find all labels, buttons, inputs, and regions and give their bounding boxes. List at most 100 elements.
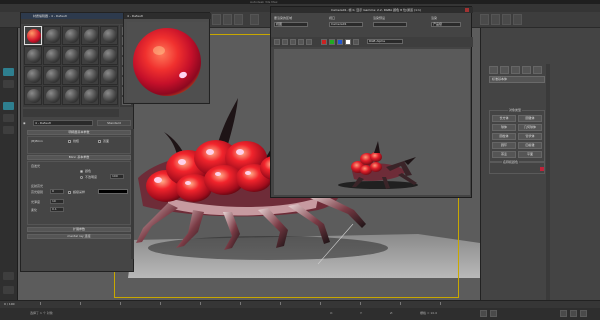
box-button[interactable]: 长方体 (492, 115, 516, 122)
extended-rollout-header[interactable]: 扩展参数 (27, 227, 131, 232)
render-frame-icon[interactable] (502, 14, 511, 25)
copy-icon[interactable] (282, 39, 288, 45)
teapot-button[interactable]: 茶壶 (492, 151, 516, 158)
rail-icon[interactable] (3, 102, 14, 110)
pyramid-button[interactable]: 四棱锥 (518, 142, 542, 149)
material-slot[interactable] (100, 66, 118, 85)
mirror-icon[interactable] (223, 14, 232, 25)
rail-icon[interactable] (3, 68, 14, 76)
material-slot[interactable] (24, 26, 42, 45)
cylinder-button[interactable]: 圆柱体 (492, 133, 516, 140)
material-slot[interactable] (100, 26, 118, 45)
rail-icon[interactable] (3, 286, 14, 294)
material-toolbar[interactable] (23, 109, 119, 117)
color-radio[interactable] (80, 170, 83, 173)
blinn-rollout-header[interactable]: Blinn 基本参数 (27, 155, 131, 160)
rail-icon[interactable] (3, 126, 14, 134)
spec-level-field[interactable]: 0 (50, 189, 64, 194)
close-icon[interactable] (465, 8, 469, 12)
material-slot[interactable] (62, 66, 80, 85)
material-slot[interactable] (100, 46, 118, 65)
shader-rollout: (B)Blinn 线框 双面 (27, 136, 131, 154)
motion-tab[interactable] (522, 66, 531, 74)
alpha-channel-icon[interactable] (345, 39, 351, 45)
material-slot[interactable] (81, 26, 99, 45)
material-slot[interactable] (24, 46, 42, 65)
save-icon[interactable] (274, 39, 280, 45)
material-name-field[interactable]: 4 - Default (33, 120, 93, 126)
gloss-field[interactable]: 10 (50, 199, 64, 204)
material-slot[interactable] (62, 46, 80, 65)
align-icon[interactable] (234, 14, 243, 25)
plane-button[interactable]: 平面 (518, 151, 542, 158)
material-slot[interactable] (81, 86, 99, 105)
rail-icon[interactable] (3, 272, 14, 280)
create-tab[interactable] (489, 66, 498, 74)
orbit-icon[interactable] (580, 310, 587, 317)
snap-icon[interactable] (212, 14, 221, 25)
material-editor-menubar[interactable] (21, 19, 135, 24)
supersampling-checkbox[interactable] (68, 191, 71, 194)
production-dropdown[interactable]: 产品级 (431, 22, 461, 27)
material-slot[interactable] (43, 26, 61, 45)
blue-channel-icon[interactable] (337, 39, 343, 45)
material-slot[interactable] (81, 46, 99, 65)
material-slot[interactable] (43, 46, 61, 65)
geosphere-button[interactable]: 几何球体 (518, 124, 542, 131)
material-editor-scrollbar[interactable] (131, 129, 134, 259)
opacity-field[interactable]: 100 (110, 174, 124, 179)
material-slot[interactable] (24, 86, 42, 105)
pan-icon[interactable] (570, 310, 577, 317)
preset-dropdown[interactable] (373, 22, 407, 27)
play-icon[interactable] (480, 310, 487, 317)
material-slot[interactable] (43, 66, 61, 85)
opacity-radio[interactable] (80, 176, 83, 179)
material-sphere (27, 89, 41, 103)
mono-icon[interactable] (353, 39, 359, 45)
area-dropdown[interactable]: 视图 (274, 22, 308, 27)
material-slot[interactable] (62, 26, 80, 45)
modify-tab[interactable] (500, 66, 509, 74)
render-button[interactable]: 渲染 (431, 16, 437, 20)
object-type-dropdown[interactable]: 标准基本体 (489, 76, 545, 83)
material-editor-icon[interactable] (480, 14, 489, 25)
blinn-rollout: 自发光 颜色 不透明度 100 反射高光 高光级别 0 超级采样 光泽度 10 … (27, 161, 131, 225)
soften-field[interactable]: 0.1 (50, 207, 64, 212)
zoom-icon[interactable] (560, 310, 567, 317)
mentalray-rollout-header[interactable]: mental ray 连接 (27, 234, 131, 239)
channel-dropdown[interactable]: RGB Alpha (367, 39, 403, 44)
material-sphere (65, 89, 79, 103)
hierarchy-tab[interactable] (511, 66, 520, 74)
viewport-dropdown[interactable]: Camera01 (329, 22, 363, 27)
display-tab[interactable] (533, 66, 542, 74)
layer-icon[interactable] (250, 14, 259, 25)
object-color-swatch[interactable] (540, 167, 544, 171)
tube-button[interactable]: 管状体 (518, 133, 542, 140)
material-slot[interactable] (100, 86, 118, 105)
material-slot[interactable] (43, 86, 61, 105)
next-frame-icon[interactable] (490, 310, 497, 317)
self-illum-color-swatch[interactable] (98, 189, 128, 194)
red-channel-icon[interactable] (321, 39, 327, 45)
render-icon[interactable] (513, 14, 522, 25)
timeline-tick (400, 302, 401, 305)
green-channel-icon[interactable] (329, 39, 335, 45)
shader-rollout-header[interactable]: 明暗器基本参数 (27, 130, 131, 135)
two-sided-checkbox[interactable] (98, 140, 101, 143)
render-setup-icon[interactable] (491, 14, 500, 25)
timeline[interactable]: 0 / 100 (0, 300, 600, 308)
material-slot[interactable] (62, 86, 80, 105)
rail-icon[interactable] (3, 114, 14, 122)
pick-icon[interactable]: ◉ (23, 121, 26, 125)
clear-icon[interactable] (306, 39, 312, 45)
clone-icon[interactable] (290, 39, 296, 45)
sphere-button[interactable]: 球体 (492, 124, 516, 131)
print-icon[interactable] (298, 39, 304, 45)
wire-checkbox[interactable] (68, 140, 71, 143)
material-slot[interactable] (24, 66, 42, 85)
rail-icon[interactable] (3, 80, 14, 88)
material-type-button[interactable]: Standard (97, 120, 131, 126)
material-slot[interactable] (81, 66, 99, 85)
torus-button[interactable]: 圆环 (492, 142, 516, 149)
cone-button[interactable]: 圆锥体 (518, 115, 542, 122)
